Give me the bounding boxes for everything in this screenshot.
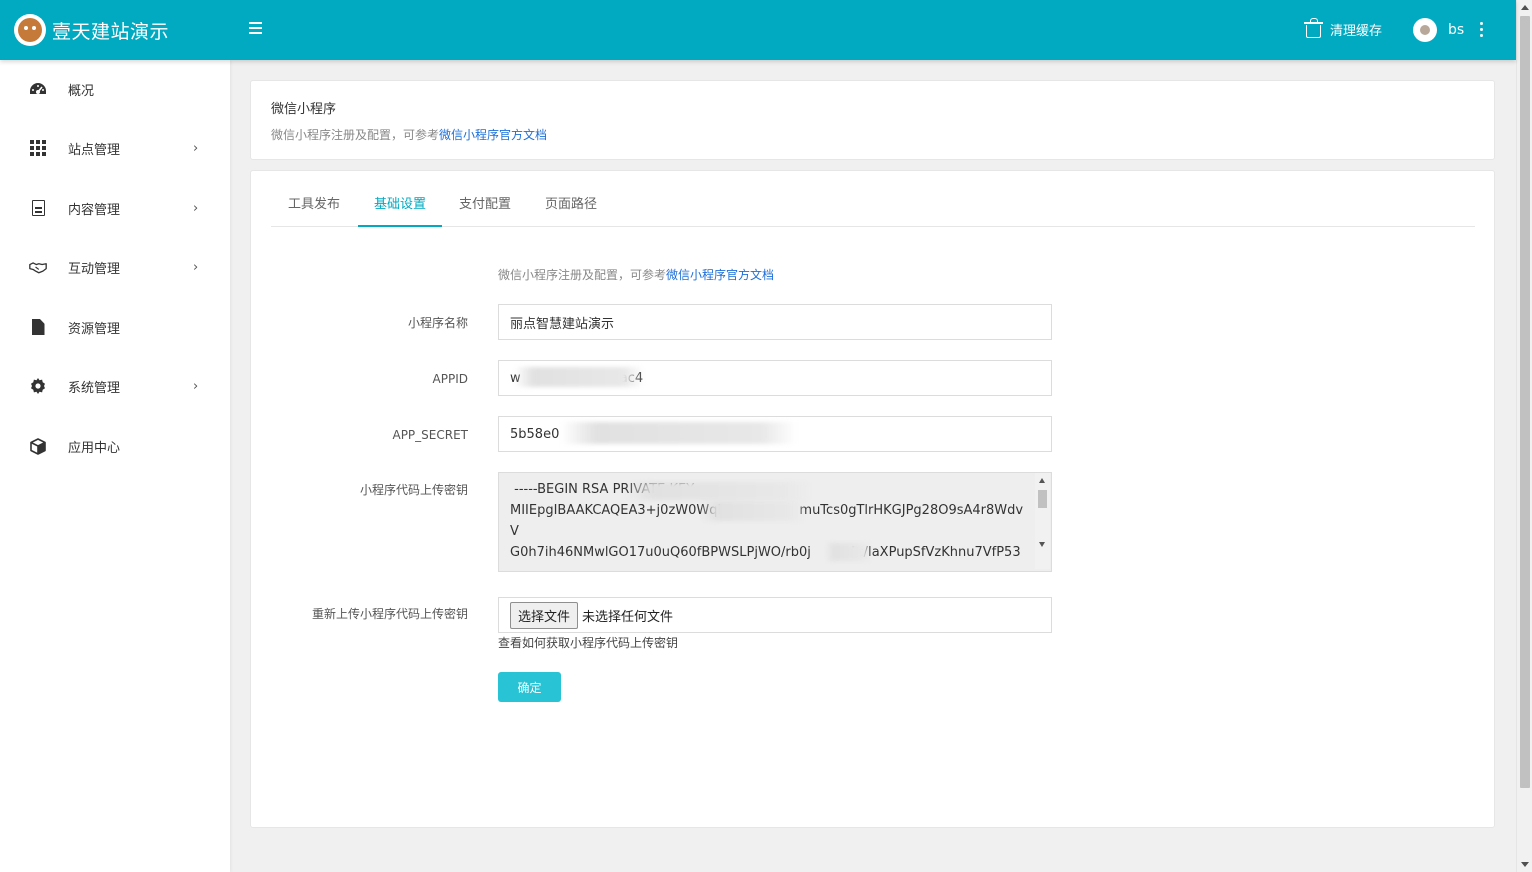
redaction-mask [514,367,644,387]
tab-tool-publish[interactable]: 工具发布 [271,185,357,227]
official-docs-link[interactable]: 微信小程序官方文档 [439,128,547,142]
sidebar: 概况 站点管理 › 内容管理 › 互动管理 › 资源管理 系统管理 › 应用中心 [0,60,230,872]
basket-icon [1304,18,1323,38]
chevron-right-icon: › [193,259,199,275]
grid-icon [29,139,47,157]
file-icon [29,318,47,336]
tab-basic-settings[interactable]: 基础设置 [358,185,442,227]
redaction-mask [701,501,806,521]
key-help-text[interactable]: 查看如何获取小程序代码上传密钥 [498,634,678,651]
form-hint: 微信小程序注册及配置，可参考微信小程序官方文档 [498,266,774,283]
dashboard-icon [29,80,47,98]
chevron-right-icon: › [193,140,199,156]
app-secret-label: APP_SECRET [392,428,468,442]
name-label: 小程序名称 [407,316,468,330]
page-scrollbar[interactable] [1516,0,1532,872]
tab-payment-config[interactable]: 支付配置 [443,185,527,227]
clear-cache-button[interactable]: 清理缓存 [1304,18,1383,39]
textarea-scrollbar[interactable] [1035,473,1050,569]
choose-file-button[interactable]: 选择文件 [510,601,579,629]
redaction-mask [561,422,797,444]
file-upload-field: 选择文件 未选择任何文件 [498,597,1052,633]
gear-icon [29,377,47,395]
clear-cache-label: 清理缓存 [1330,24,1383,39]
sidebar-item-label: 站点管理 [68,142,121,158]
sidebar-item-content[interactable]: 内容管理 › [0,188,230,228]
sidebar-item-apps[interactable]: 应用中心 [0,426,230,466]
tab-bar: 工具发布 基础设置 支付配置 页面路径 [271,185,1475,227]
sidebar-item-overview[interactable]: 概况 [0,69,230,109]
intro-card: 微信小程序 微信小程序注册及配置，可参考微信小程序官方文档 [250,80,1495,160]
sidebar-item-label: 互动管理 [68,261,121,277]
miniprogram-name-input[interactable] [498,304,1052,340]
official-docs-link[interactable]: 微信小程序官方文档 [666,268,774,282]
redaction-mask [826,543,871,561]
appid-label: APPID [432,372,468,386]
scroll-up-icon[interactable] [1521,5,1529,10]
sidebar-item-interaction[interactable]: 互动管理 › [0,247,230,287]
sidebar-item-resources[interactable]: 资源管理 [0,307,230,347]
top-bar: 壹天建站演示 清理缓存 bs [0,0,1516,60]
chevron-right-icon: › [193,378,199,394]
logo [14,14,46,46]
sidebar-item-sites[interactable]: 站点管理 › [0,128,230,168]
redaction-mask [625,482,811,500]
handshake-icon [29,258,47,276]
brand[interactable]: 壹天建站演示 [14,14,169,46]
upload-key-label: 小程序代码上传密钥 [359,483,468,497]
scrollbar-thumb[interactable] [1520,16,1530,788]
file-status-text: 未选择任何文件 [582,609,674,625]
app-title: 壹天建站演示 [52,21,170,43]
avatar [1413,18,1437,42]
confirm-button[interactable]: 确定 [498,672,561,702]
tab-page-paths[interactable]: 页面路径 [528,185,614,227]
page-title: 微信小程序 [271,102,337,117]
user-menu[interactable]: bs [1413,18,1464,42]
more-vertical-icon[interactable] [1480,22,1484,38]
reupload-key-label: 重新上传小程序代码上传密钥 [311,607,468,621]
hint-text: 微信小程序注册及配置，可参考 [498,268,667,282]
sidebar-item-system[interactable]: 系统管理 › [0,366,230,406]
document-icon [29,199,47,217]
sidebar-item-label: 系统管理 [68,380,121,396]
sidebar-item-label: 内容管理 [68,202,121,218]
cube-icon [29,437,47,455]
scroll-down-icon[interactable] [1521,862,1529,867]
page-description: 微信小程序注册及配置，可参考微信小程序官方文档 [271,126,547,143]
sidebar-item-label: 资源管理 [68,321,121,337]
sidebar-item-label: 概况 [68,83,95,99]
sidebar-item-label: 应用中心 [68,440,121,456]
hamburger-menu-icon[interactable] [249,22,262,34]
username: bs [1448,22,1465,38]
chevron-right-icon: › [193,200,199,216]
settings-card: 工具发布 基础设置 支付配置 页面路径 微信小程序注册及配置，可参考微信小程序官… [250,170,1495,828]
description-text: 微信小程序注册及配置，可参考 [271,128,440,142]
